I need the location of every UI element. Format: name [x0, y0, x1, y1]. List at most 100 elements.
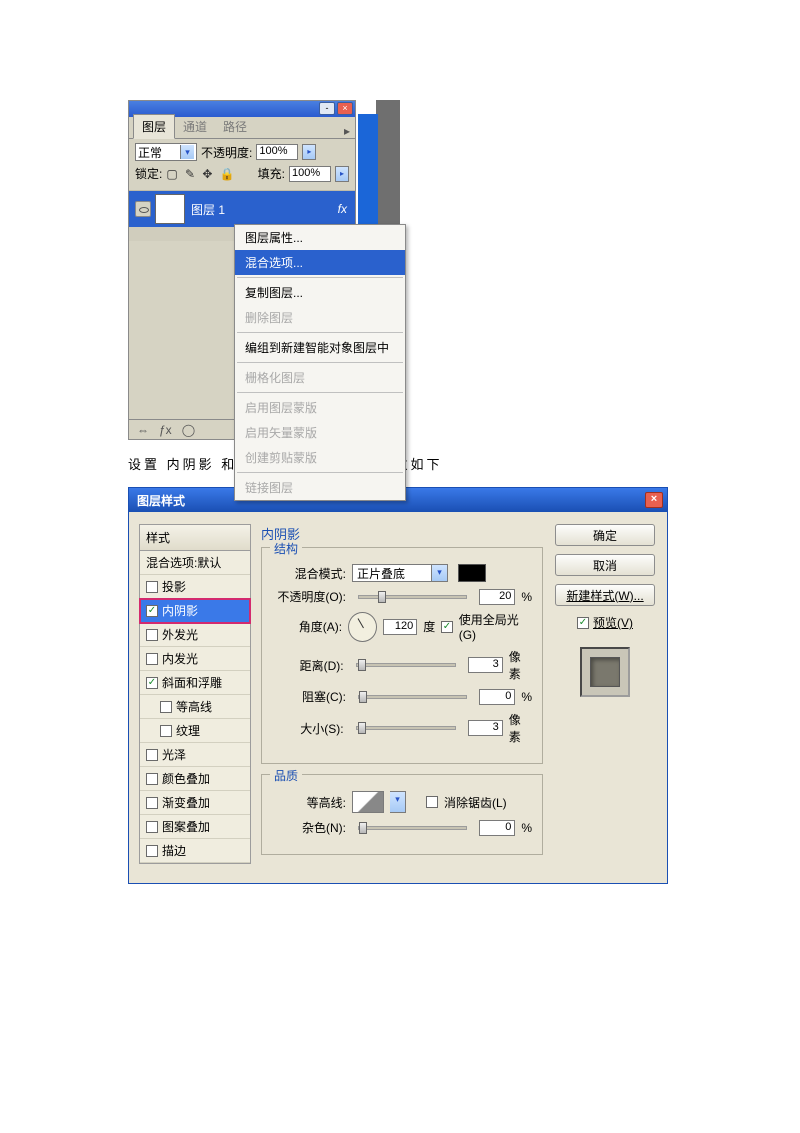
angle-input[interactable]: 120	[383, 619, 418, 635]
style-item[interactable]: 内发光	[140, 647, 250, 671]
size-input[interactable]: 3	[468, 720, 503, 736]
menu-separator	[237, 332, 403, 333]
menu-separator	[237, 362, 403, 363]
style-checkbox[interactable]	[146, 677, 158, 689]
style-item[interactable]: 图案叠加	[140, 815, 250, 839]
cancel-button[interactable]: 取消	[555, 554, 655, 576]
opacity-input[interactable]: 20	[479, 589, 515, 605]
style-item[interactable]: 投影	[140, 575, 250, 599]
lock-icons[interactable]: ▢ ✎ ✥ 🔒	[166, 167, 236, 181]
ok-button[interactable]: 确定	[555, 524, 655, 546]
structure-legend: 结构	[270, 540, 302, 557]
style-checkbox[interactable]	[146, 821, 158, 833]
global-light-checkbox[interactable]	[441, 621, 452, 633]
choke-slider[interactable]	[358, 695, 467, 699]
style-checkbox[interactable]	[160, 725, 172, 737]
style-checkbox[interactable]	[146, 749, 158, 761]
opacity-label: 不透明度(O):	[272, 588, 346, 605]
style-item[interactable]: 光泽	[140, 743, 250, 767]
params-column: 内阴影 结构 混合模式: 正片叠底 ▾ 不透明度(O):	[261, 524, 543, 865]
style-checkbox[interactable]	[146, 797, 158, 809]
preview-label: 预览(V)	[593, 614, 633, 631]
style-checkbox[interactable]	[146, 629, 158, 641]
style-checkbox[interactable]	[146, 605, 158, 617]
close-button[interactable]: ×	[337, 102, 353, 115]
menu-item[interactable]: 复制图层...	[235, 280, 405, 305]
style-item[interactable]: 纹理	[140, 719, 250, 743]
size-slider[interactable]	[356, 726, 456, 730]
style-checkbox[interactable]	[146, 845, 158, 857]
app-window-edge	[358, 114, 378, 224]
distance-slider[interactable]	[356, 663, 456, 667]
chevron-down-icon: ▾	[180, 145, 194, 159]
tab-layers[interactable]: 图层	[133, 114, 175, 139]
shadow-color-swatch[interactable]	[458, 564, 486, 582]
opacity-input[interactable]: 100%	[256, 144, 298, 160]
menu-item: 启用图层蒙版	[235, 395, 405, 420]
visibility-icon[interactable]	[135, 201, 151, 217]
distance-input[interactable]: 3	[468, 657, 503, 673]
tab-paths[interactable]: 路径	[215, 115, 255, 138]
style-item[interactable]: 颜色叠加	[140, 767, 250, 791]
blend-mode-select[interactable]: 正常 ▾	[135, 143, 197, 161]
style-label: 颜色叠加	[162, 770, 210, 787]
tab-channels[interactable]: 通道	[175, 115, 215, 138]
layer-thumbnail[interactable]	[155, 194, 185, 224]
style-item[interactable]: 描边	[140, 839, 250, 863]
layer-name: 图层 1	[191, 201, 225, 218]
dialog-title: 图层样式	[137, 492, 185, 509]
opacity-flyout-icon[interactable]: ▸	[302, 144, 316, 160]
antialias-label: 消除锯齿(L)	[444, 794, 507, 811]
structure-group: 结构 混合模式: 正片叠底 ▾ 不透明度(O): 20 %	[261, 547, 543, 764]
menu-item: 启用矢量蒙版	[235, 420, 405, 445]
style-item[interactable]: 内阴影	[140, 599, 250, 623]
dialog-close-button[interactable]: ×	[645, 492, 663, 508]
layer-row[interactable]: 图层 1 fx	[129, 191, 355, 227]
preview-checkbox[interactable]	[577, 617, 589, 629]
menu-item[interactable]: 混合选项...	[235, 250, 405, 275]
noise-input[interactable]: 0	[479, 820, 515, 836]
unit-px: 像素	[509, 711, 532, 745]
style-checkbox[interactable]	[146, 653, 158, 665]
palette-menu-icon[interactable]: ▸	[339, 124, 355, 138]
style-item[interactable]: 斜面和浮雕	[140, 671, 250, 695]
link-icon[interactable]: ⇔	[137, 423, 149, 437]
style-checkbox[interactable]	[146, 581, 158, 593]
fill-flyout-icon[interactable]: ▸	[335, 166, 349, 182]
fx-icon[interactable]: fx	[338, 202, 347, 216]
new-style-button[interactable]: 新建样式(W)...	[555, 584, 655, 606]
noise-slider[interactable]	[358, 826, 467, 830]
style-item[interactable]: 渐变叠加	[140, 791, 250, 815]
unit-percent: %	[521, 690, 532, 704]
opacity-slider[interactable]	[358, 595, 467, 599]
style-checkbox[interactable]	[160, 701, 172, 713]
styles-column: 样式 混合选项:默认投影内阴影外发光内发光斜面和浮雕等高线纹理光泽颜色叠加渐变叠…	[139, 524, 251, 865]
size-label: 大小(S):	[272, 720, 344, 737]
contour-picker[interactable]	[352, 791, 384, 813]
blend-mode-dropdown[interactable]: 正片叠底 ▾	[352, 564, 448, 582]
fx-add-icon[interactable]: ƒx	[159, 423, 172, 437]
blend-mode-label: 混合模式:	[272, 565, 346, 582]
minimize-button[interactable]: ‑	[319, 102, 335, 115]
style-item[interactable]: 等高线	[140, 695, 250, 719]
styles-header: 样式	[139, 524, 251, 551]
menu-item[interactable]: 图层属性...	[235, 225, 405, 250]
style-item[interactable]: 混合选项:默认	[140, 551, 250, 575]
menu-item[interactable]: 编组到新建智能对象图层中	[235, 335, 405, 360]
style-item[interactable]: 外发光	[140, 623, 250, 647]
chevron-down-icon[interactable]: ▾	[390, 791, 406, 813]
style-checkbox[interactable]	[146, 773, 158, 785]
choke-input[interactable]: 0	[479, 689, 515, 705]
palette-tabs: 图层 通道 路径 ▸	[129, 117, 355, 139]
angle-dial[interactable]	[348, 612, 377, 642]
unit-percent: %	[521, 590, 532, 604]
opacity-label: 不透明度:	[201, 144, 252, 161]
antialias-checkbox[interactable]	[426, 796, 438, 808]
noise-label: 杂色(N):	[272, 819, 346, 836]
style-label: 混合选项:默认	[146, 554, 221, 571]
mask-icon[interactable]: ◯	[182, 423, 195, 437]
fill-input[interactable]: 100%	[289, 166, 331, 182]
menu-item: 创建剪贴蒙版	[235, 445, 405, 470]
style-label: 渐变叠加	[162, 794, 210, 811]
chevron-down-icon: ▾	[432, 564, 448, 582]
